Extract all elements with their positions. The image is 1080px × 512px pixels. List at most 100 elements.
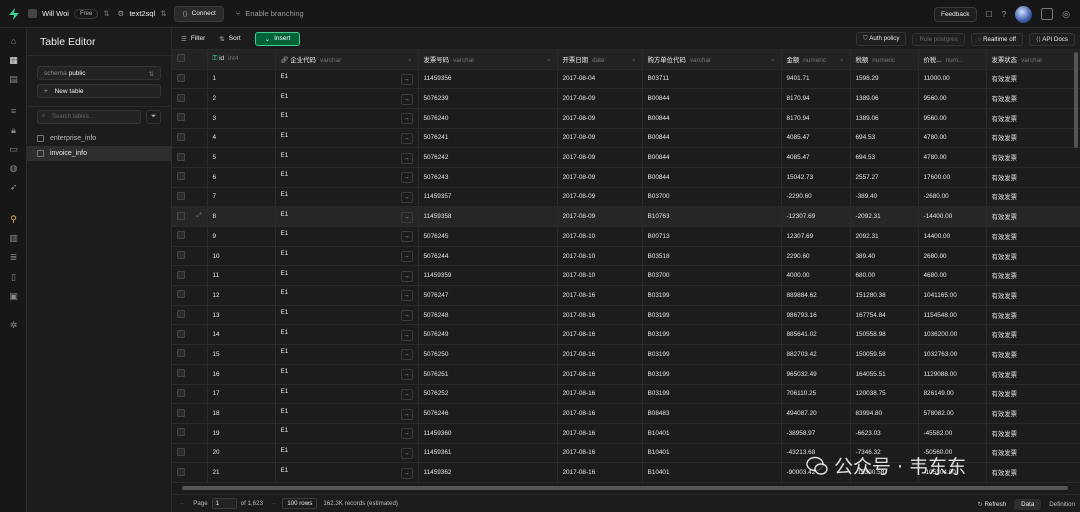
table-cell[interactable]: 389.40 <box>850 246 919 267</box>
table-cell[interactable]: E1 → <box>275 108 419 129</box>
column-header-enterprise-code[interactable]: 🔗︎ 企业代码 varchar ⌄ <box>275 50 419 70</box>
table-cell[interactable]: 17 <box>207 384 276 405</box>
table-cell[interactable]: 578082.00 <box>918 403 987 424</box>
table-cell[interactable]: E1 → <box>275 403 419 424</box>
table-cell[interactable]: B00844 <box>642 128 782 149</box>
vertical-scrollbar[interactable] <box>1074 52 1078 148</box>
table-cell[interactable]: E1 → <box>275 305 419 326</box>
table-cell[interactable]: 2017-08-09 <box>557 128 643 149</box>
foreign-key-link-icon[interactable]: → <box>400 369 413 381</box>
table-cell[interactable]: 151280.38 <box>850 285 919 306</box>
database-icon[interactable]: ≡ <box>8 106 19 117</box>
table-cell[interactable]: 有效发票 <box>986 344 1080 365</box>
table-cell[interactable]: 2017-08-16 <box>557 324 643 346</box>
table-cell[interactable]: 120038.75 <box>850 384 919 405</box>
table-cell[interactable]: 10 <box>207 246 276 267</box>
table-cell[interactable]: 有效发票 <box>986 443 1080 464</box>
table-cell[interactable]: 11459360 <box>418 423 558 444</box>
table-cell[interactable]: 5076243 <box>418 167 558 188</box>
select-all-checkbox[interactable] <box>172 50 208 70</box>
api-docs-icon[interactable]: ▯ <box>8 272 19 283</box>
next-page-icon[interactable]: → <box>270 500 276 507</box>
logs-icon[interactable]: ≣ <box>8 252 19 263</box>
row-checkbox[interactable] <box>172 384 208 405</box>
table-cell[interactable]: 9560.00 <box>918 88 987 109</box>
column-header-invoice-date[interactable]: 开票日期 date ⌄ <box>557 50 643 70</box>
column-header-tax[interactable]: 税额 numeric <box>850 50 919 70</box>
table-editor-icon[interactable]: ▦ <box>8 55 19 66</box>
table-cell[interactable]: 有效发票 <box>986 69 1080 90</box>
table-cell[interactable]: 5076247 <box>418 285 558 306</box>
table-cell[interactable]: 986793.16 <box>781 305 851 326</box>
column-header-buyer-code[interactable]: 购方单位代码 varchar ⌄ <box>642 50 782 70</box>
column-header-status[interactable]: 发票状态 varchar <box>986 50 1080 70</box>
table-cell[interactable]: B10401 <box>642 423 782 444</box>
table-cell[interactable]: E1 → <box>275 128 419 149</box>
table-cell[interactable]: -2290.60 <box>781 187 851 208</box>
table-cell[interactable]: B10401 <box>642 443 782 464</box>
foreign-key-link-icon[interactable]: → <box>400 251 413 263</box>
table-cell[interactable]: 2557.27 <box>850 167 919 188</box>
foreign-key-link-icon[interactable]: → <box>400 231 413 243</box>
table-cell[interactable]: 2017-08-16 <box>557 423 643 444</box>
table-cell[interactable]: 有效发票 <box>986 88 1080 109</box>
realtime-icon[interactable]: ➶ <box>8 182 19 193</box>
row-checkbox[interactable] <box>172 423 208 444</box>
table-cell[interactable]: 12 <box>207 285 276 306</box>
table-cell[interactable]: 有效发票 <box>986 423 1080 444</box>
project-settings-icon[interactable]: ✲ <box>8 320 19 331</box>
table-cell[interactable]: 有效发票 <box>986 167 1080 188</box>
table-cell[interactable]: 150059.58 <box>850 344 919 365</box>
new-table-button[interactable]: + New table <box>37 84 161 98</box>
storage-icon[interactable]: ▭ <box>8 144 19 155</box>
row-checkbox[interactable] <box>172 344 208 365</box>
table-row[interactable]: 2 E1 → 5076239 2017-08-09 B00844 8170.94 1389.0… <box>172 88 1080 109</box>
auth-policy-button[interactable]: ⛉ Auth policy <box>856 32 907 46</box>
table-cell[interactable]: 5076251 <box>418 364 558 385</box>
table-cell[interactable]: 9560.00 <box>918 108 987 129</box>
table-cell[interactable]: 20 <box>207 443 276 464</box>
table-cell[interactable]: E1 → <box>275 285 419 306</box>
table-cell[interactable]: 9401.71 <box>781 69 851 90</box>
table-row[interactable]: 9 E1 → 5076245 2017-08-10 B00713 12307.69 2092.… <box>172 226 1080 247</box>
tab-data[interactable]: Data <box>1014 498 1042 510</box>
table-cell[interactable]: 5076248 <box>418 305 558 326</box>
table-cell[interactable]: 6 <box>207 167 276 188</box>
table-cell[interactable]: 5076246 <box>418 403 558 424</box>
table-cell[interactable]: 15042.73 <box>781 167 851 188</box>
integrations-icon[interactable]: ▣ <box>8 291 19 302</box>
advisor-icon[interactable]: ⚲ <box>8 214 19 225</box>
table-cell[interactable]: 2017-08-16 <box>557 384 643 405</box>
column-header-invoice-number[interactable]: 发票号码 varchar ⌄ <box>418 50 558 70</box>
table-cell[interactable]: 2017-08-09 <box>557 108 643 129</box>
rows-per-page-select[interactable]: 100 rows <box>282 498 318 509</box>
table-cell[interactable]: 2017-08-16 <box>557 403 643 424</box>
table-cell[interactable]: B00844 <box>642 167 782 188</box>
table-cell[interactable]: E1 → <box>275 167 419 188</box>
table-cell[interactable]: 1036200.00 <box>918 324 987 346</box>
table-cell[interactable]: B10763 <box>642 206 782 227</box>
table-cell[interactable]: B03199 <box>642 285 782 306</box>
table-cell[interactable]: 706110.25 <box>781 384 851 405</box>
foreign-key-link-icon[interactable]: → <box>400 290 413 302</box>
table-cell[interactable]: 5076244 <box>418 246 558 267</box>
table-cell[interactable]: 5076250 <box>418 344 558 365</box>
table-cell[interactable]: 2017-08-04 <box>557 69 643 90</box>
row-checkbox[interactable] <box>172 187 208 208</box>
table-cell[interactable]: 11459361 <box>418 443 558 464</box>
table-cell[interactable]: 11 <box>207 265 276 287</box>
search-tables-input[interactable]: ⌕ Search tables... <box>37 110 141 124</box>
settings-icon[interactable]: ◎ <box>1062 9 1070 20</box>
table-cell[interactable]: 4780.00 <box>918 128 987 149</box>
inbox-icon[interactable]: ☐ <box>986 10 993 19</box>
table-cell[interactable]: 2 <box>207 88 276 109</box>
reports-icon[interactable]: ▥ <box>8 233 19 244</box>
table-cell[interactable]: 826149.00 <box>918 384 987 405</box>
feedback-button[interactable]: Feedback <box>933 6 977 22</box>
table-cell[interactable]: 885641.02 <box>781 324 851 346</box>
table-cell[interactable]: 8 <box>207 206 276 227</box>
row-checkbox[interactable] <box>172 305 208 326</box>
table-cell[interactable]: B03199 <box>642 384 782 405</box>
table-cell[interactable]: B10401 <box>642 462 782 483</box>
api-docs-button[interactable]: ⟨⟩ API Docs <box>1028 32 1075 46</box>
